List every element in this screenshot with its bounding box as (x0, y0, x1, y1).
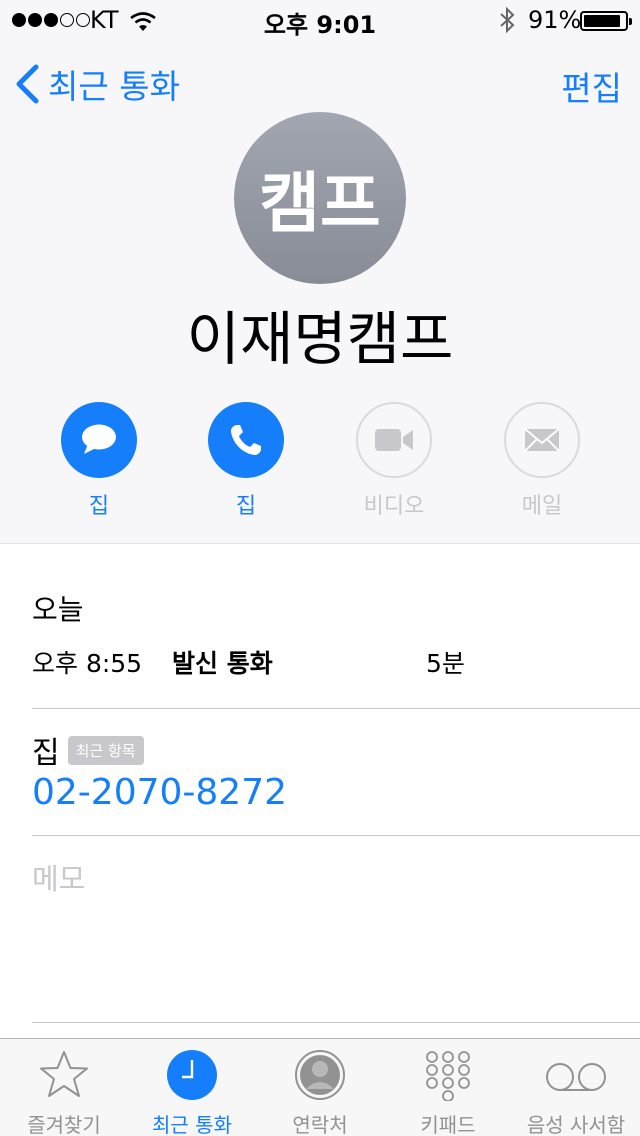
status-bar: KT 오후 9:01 91% (0, 0, 640, 40)
mail-button-label: 메일 (521, 494, 563, 519)
tab-label: 연락처 (292, 1113, 348, 1136)
call-button[interactable]: 집 (208, 402, 284, 520)
clock-icon (167, 1050, 217, 1100)
tab-label: 최근 통화 (152, 1113, 232, 1136)
video-button: 비디오 (356, 402, 432, 520)
mail-envelope-icon (524, 428, 560, 452)
battery-icon (580, 11, 632, 31)
back-button[interactable]: 최근 통화 (14, 60, 180, 108)
tab-keypad[interactable]: 키패드 (384, 1039, 512, 1136)
message-button[interactable]: 집 (61, 402, 137, 520)
bluetooth-icon (498, 6, 516, 40)
tab-label: 음성 사서함 (526, 1113, 626, 1136)
call-log-date-header: 오늘 (32, 593, 84, 626)
recent-badge: 최근 항목 (67, 735, 144, 765)
divider (32, 708, 640, 709)
notes-field[interactable]: 메모 (32, 856, 85, 898)
voicemail-icon (546, 1063, 606, 1091)
chevron-left-icon (16, 64, 39, 104)
tab-label: 키패드 (420, 1113, 476, 1136)
contacts-icon (295, 1050, 345, 1100)
keypad-icon (426, 1051, 470, 1101)
phone-label-row: 집 최근 항목 (32, 728, 144, 772)
contact-name: 이재명캠프 (186, 305, 454, 373)
video-camera-icon (375, 429, 413, 451)
video-button-label: 비디오 (363, 494, 425, 519)
call-button-label: 집 (235, 494, 257, 519)
tab-bar: 즐겨찾기 최근 통화 연락처 키패드 음성 사서함 (0, 1038, 640, 1136)
call-time: 오후 8:55 (32, 649, 143, 678)
phone-label: 집 (32, 736, 60, 771)
phone-icon (231, 425, 261, 455)
call-duration: 5분 (426, 649, 465, 678)
tab-recents[interactable]: 최근 통화 (128, 1039, 256, 1136)
avatar-initials: 캠프 (259, 165, 381, 242)
back-button-label: 최근 통화 (48, 67, 180, 106)
edit-button[interactable]: 편집 (561, 62, 622, 110)
divider (32, 835, 640, 836)
message-button-label: 집 (88, 494, 110, 519)
call-type: 발신 통화 (172, 649, 273, 678)
tab-voicemail[interactable]: 음성 사서함 (512, 1039, 640, 1136)
phone-number-link[interactable]: 02-2070-8272 (32, 772, 287, 813)
tab-contacts[interactable]: 연락처 (256, 1039, 384, 1136)
avatar: 캠프 (234, 112, 406, 284)
quick-actions: 집 집 비디오 메일 (0, 402, 640, 522)
battery-percent: 91% (528, 6, 582, 34)
message-bubble-icon (82, 424, 116, 454)
star-icon (40, 1051, 88, 1097)
tab-label: 즐겨찾기 (27, 1113, 101, 1136)
mail-button: 메일 (504, 402, 580, 520)
divider (32, 1022, 640, 1023)
tab-favorites[interactable]: 즐겨찾기 (0, 1039, 128, 1136)
